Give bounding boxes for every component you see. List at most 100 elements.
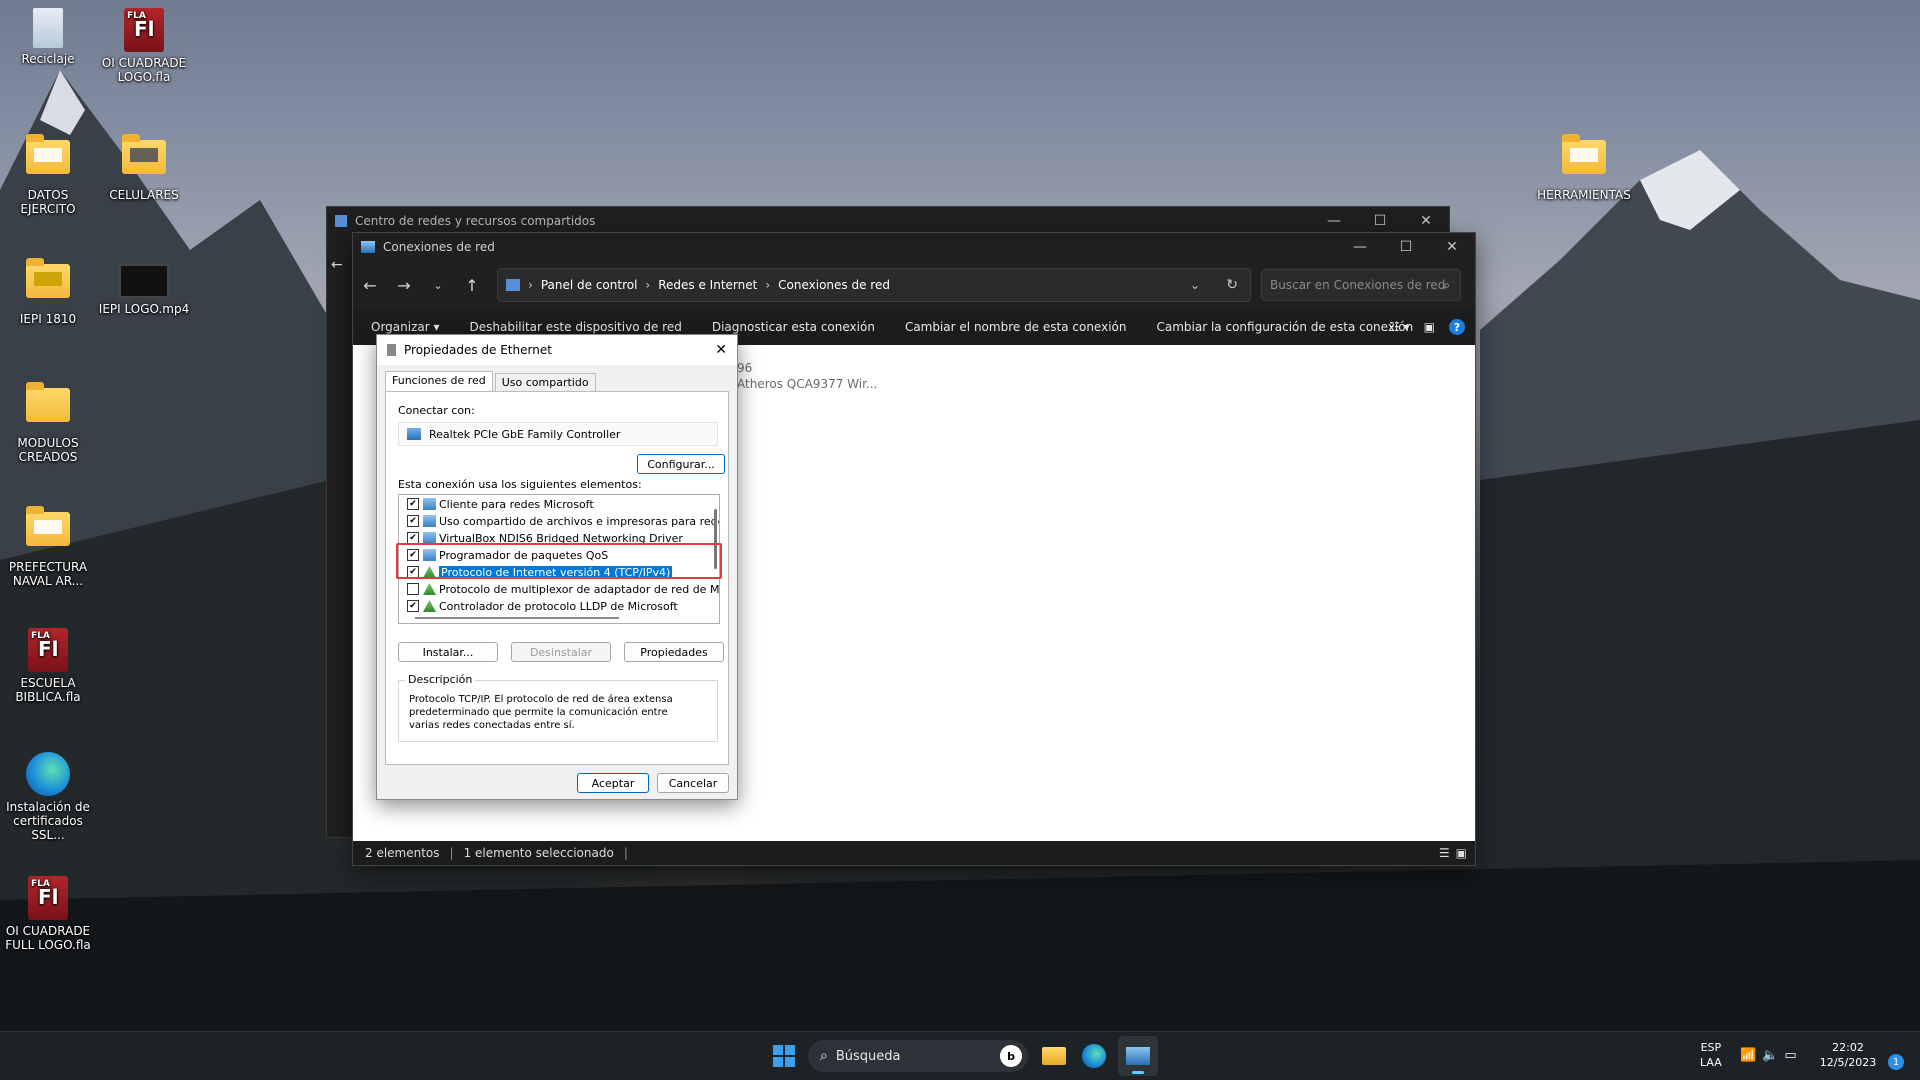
folder-icon bbox=[26, 382, 70, 422]
desktop-folder-modulos-creados[interactable]: MODULOS CREADOS bbox=[0, 380, 96, 464]
network-connections-icon bbox=[361, 241, 375, 253]
volume-icon[interactable]: 🔈 bbox=[1762, 1048, 1784, 1063]
search-placeholder: Buscar en Conexiones de red bbox=[1270, 278, 1446, 292]
disable-device-command[interactable]: Deshabilitar este dispositivo de red bbox=[470, 320, 682, 334]
notification-badge[interactable]: 1 bbox=[1888, 1054, 1904, 1070]
desktop-icon-label: OI CUADRADE FULL LOGO.fla bbox=[5, 924, 91, 952]
minimize-button[interactable]: — bbox=[1337, 233, 1383, 261]
language-indicator[interactable]: ESP LAA bbox=[1700, 1040, 1722, 1070]
list-item[interactable]: Protocolo de multiplexor de adaptador de… bbox=[399, 581, 719, 597]
forward-icon[interactable]: → bbox=[387, 276, 421, 295]
connection-detail: 96 bbox=[737, 361, 753, 375]
active-indicator bbox=[1132, 1071, 1144, 1074]
ethernet-properties-dialog[interactable]: Propiedades de Ethernet ✕ Funciones de r… bbox=[376, 334, 738, 800]
taskbar: ⌕ Búsqueda b ESP LAA 📶🔈▭ 22:02 12/5/2023… bbox=[0, 1031, 1920, 1080]
details-view-icon[interactable]: ☰ bbox=[1439, 846, 1450, 860]
back-icon[interactable]: ← bbox=[353, 276, 387, 295]
file-explorer-icon bbox=[1042, 1047, 1066, 1065]
checkbox[interactable] bbox=[407, 583, 419, 595]
close-icon[interactable]: ✕ bbox=[715, 342, 727, 358]
list-item[interactable]: ✔ Controlador de protocolo LLDP de Micros… bbox=[399, 598, 678, 614]
maximize-button[interactable]: ☐ bbox=[1383, 233, 1429, 261]
desktop-icon-label: Instalación de certificados SSL... bbox=[6, 800, 90, 842]
desktop-icon-label: HERRAMIENTAS bbox=[1537, 188, 1631, 202]
desktop-file-iepi-logo-mp4[interactable]: IEPI LOGO.mp4 bbox=[96, 256, 192, 316]
desktop-file-oi-cuadrade-full-logo[interactable]: FLA Fl OI CUADRADE FULL LOGO.fla bbox=[0, 876, 96, 952]
control-panel-taskbar-button[interactable] bbox=[1118, 1036, 1158, 1076]
desktop-file-escuela-biblica[interactable]: FLA Fl ESCUELA BIBLICA.fla bbox=[0, 628, 96, 704]
ethernet-icon bbox=[387, 344, 396, 356]
back-arrow-icon[interactable]: ← bbox=[331, 257, 343, 273]
recycle-icon bbox=[33, 8, 63, 48]
windows-logo-icon bbox=[773, 1045, 795, 1067]
file-explorer-taskbar-button[interactable] bbox=[1034, 1032, 1074, 1080]
description-group: Descripción Protocolo TCP/IP. El protoco… bbox=[398, 673, 718, 742]
configure-button[interactable]: Configurar... bbox=[637, 454, 725, 474]
install-button[interactable]: Instalar... bbox=[398, 642, 498, 662]
desktop-icon-label: PREFECTURA NAVAL AR... bbox=[8, 560, 88, 588]
breadcrumb-network-connections[interactable]: Conexiones de red bbox=[778, 278, 890, 292]
breadcrumb-control-panel[interactable]: Panel de control bbox=[541, 278, 638, 292]
bing-icon[interactable]: b bbox=[1000, 1045, 1022, 1067]
edge-taskbar-button[interactable] bbox=[1074, 1032, 1114, 1080]
wifi-icon[interactable]: 📶 bbox=[1740, 1048, 1762, 1063]
maximize-button[interactable]: ☐ bbox=[1357, 207, 1403, 235]
adapter-name: Realtek PCIe GbE Family Controller bbox=[429, 427, 621, 441]
checkbox[interactable]: ✔ bbox=[407, 515, 419, 527]
desktop-file-oi-cuadrade-logo[interactable]: FLA Fl OI CUADRADE LOGO.fla bbox=[96, 8, 192, 84]
folder-icon bbox=[26, 134, 70, 174]
desktop-folder-prefectura-naval[interactable]: PREFECTURA NAVAL AR... bbox=[0, 504, 96, 588]
battery-icon[interactable]: ▭ bbox=[1784, 1048, 1802, 1063]
close-button[interactable]: ✕ bbox=[1403, 207, 1449, 235]
desktop-folder-herramientas[interactable]: HERRAMIENTAS bbox=[1536, 132, 1632, 202]
close-button[interactable]: ✕ bbox=[1429, 233, 1475, 261]
help-icon[interactable]: ? bbox=[1449, 319, 1465, 335]
taskbar-search[interactable]: ⌕ Búsqueda b bbox=[808, 1040, 1028, 1072]
list-item[interactable]: ✔ Cliente para redes Microsoft bbox=[399, 496, 594, 512]
search-input[interactable]: Buscar en Conexiones de red ⌕ bbox=[1261, 269, 1461, 301]
address-dropdown-icon[interactable]: ⌄ bbox=[1190, 278, 1200, 292]
flash-file-icon: FLA Fl bbox=[124, 8, 164, 52]
status-item-count: 2 elementos bbox=[365, 846, 440, 860]
list-item[interactable]: ✔ Uso compartido de archivos e impresoras… bbox=[399, 513, 719, 529]
up-icon[interactable]: ↑ bbox=[455, 276, 489, 295]
clock-date: 12/5/2023 bbox=[1819, 1056, 1877, 1069]
refresh-icon[interactable]: ↻ bbox=[1226, 277, 1238, 293]
control-panel-icon bbox=[506, 279, 520, 291]
folder-icon bbox=[122, 134, 166, 174]
recent-chevron-icon[interactable]: ⌄ bbox=[421, 279, 455, 292]
preview-pane-icon[interactable]: ▣ bbox=[1424, 320, 1435, 334]
connection-adapter[interactable]: Atheros QCA9377 Wir... bbox=[737, 377, 877, 391]
flash-file-icon: FLA Fl bbox=[28, 876, 68, 920]
checkbox[interactable]: ✔ bbox=[407, 498, 419, 510]
breadcrumb-network-internet[interactable]: Redes e Internet bbox=[658, 278, 757, 292]
desktop-shortcut-certificados-ssl[interactable]: Instalación de certificados SSL... bbox=[0, 752, 96, 842]
diagnose-connection-command[interactable]: Diagnosticar esta conexión bbox=[712, 320, 875, 334]
cancel-button[interactable]: Cancelar bbox=[657, 773, 729, 793]
checkbox[interactable]: ✔ bbox=[407, 600, 419, 612]
edge-icon bbox=[1082, 1044, 1106, 1068]
horizontal-scrollbar[interactable] bbox=[415, 617, 619, 619]
large-icons-view-icon[interactable]: ▣ bbox=[1456, 846, 1467, 860]
items-label: Esta conexión usa los siguientes element… bbox=[398, 478, 642, 491]
ok-button[interactable]: Aceptar bbox=[577, 773, 649, 793]
system-tray[interactable]: 📶🔈▭ bbox=[1740, 1048, 1803, 1063]
clock[interactable]: 22:02 12/5/2023 bbox=[1816, 1040, 1880, 1070]
minimize-button[interactable]: — bbox=[1311, 207, 1357, 235]
desktop-icon-label: OI CUADRADE LOGO.fla bbox=[101, 56, 187, 84]
networking-panel: Conectar con: Realtek PCIe GbE Family Co… bbox=[385, 391, 729, 765]
description-caption: Descripción bbox=[405, 673, 476, 686]
address-bar[interactable]: › Panel de control › Redes e Internet › … bbox=[497, 268, 1251, 302]
desktop-folder-celulares[interactable]: CELULARES bbox=[96, 132, 192, 202]
change-settings-command[interactable]: Cambiar la configuración de esta conexió… bbox=[1157, 320, 1414, 334]
rename-connection-command[interactable]: Cambiar el nombre de esta conexión bbox=[905, 320, 1127, 334]
recycle-bin-icon[interactable]: Reciclaje bbox=[0, 8, 96, 66]
uninstall-button[interactable]: Desinstalar bbox=[511, 642, 611, 662]
organize-menu[interactable]: Organizar ▾ bbox=[371, 320, 440, 334]
start-button[interactable] bbox=[764, 1032, 804, 1080]
view-options-icon[interactable]: ☷ ▾ bbox=[1389, 320, 1410, 334]
properties-button[interactable]: Propiedades bbox=[624, 642, 724, 662]
desktop-folder-iepi-1810[interactable]: IEPI 1810 bbox=[0, 256, 96, 326]
desktop-icon-label: DATOS EJERCITO bbox=[20, 188, 76, 216]
desktop-folder-datos-ejercito[interactable]: DATOS EJERCITO bbox=[0, 132, 96, 216]
